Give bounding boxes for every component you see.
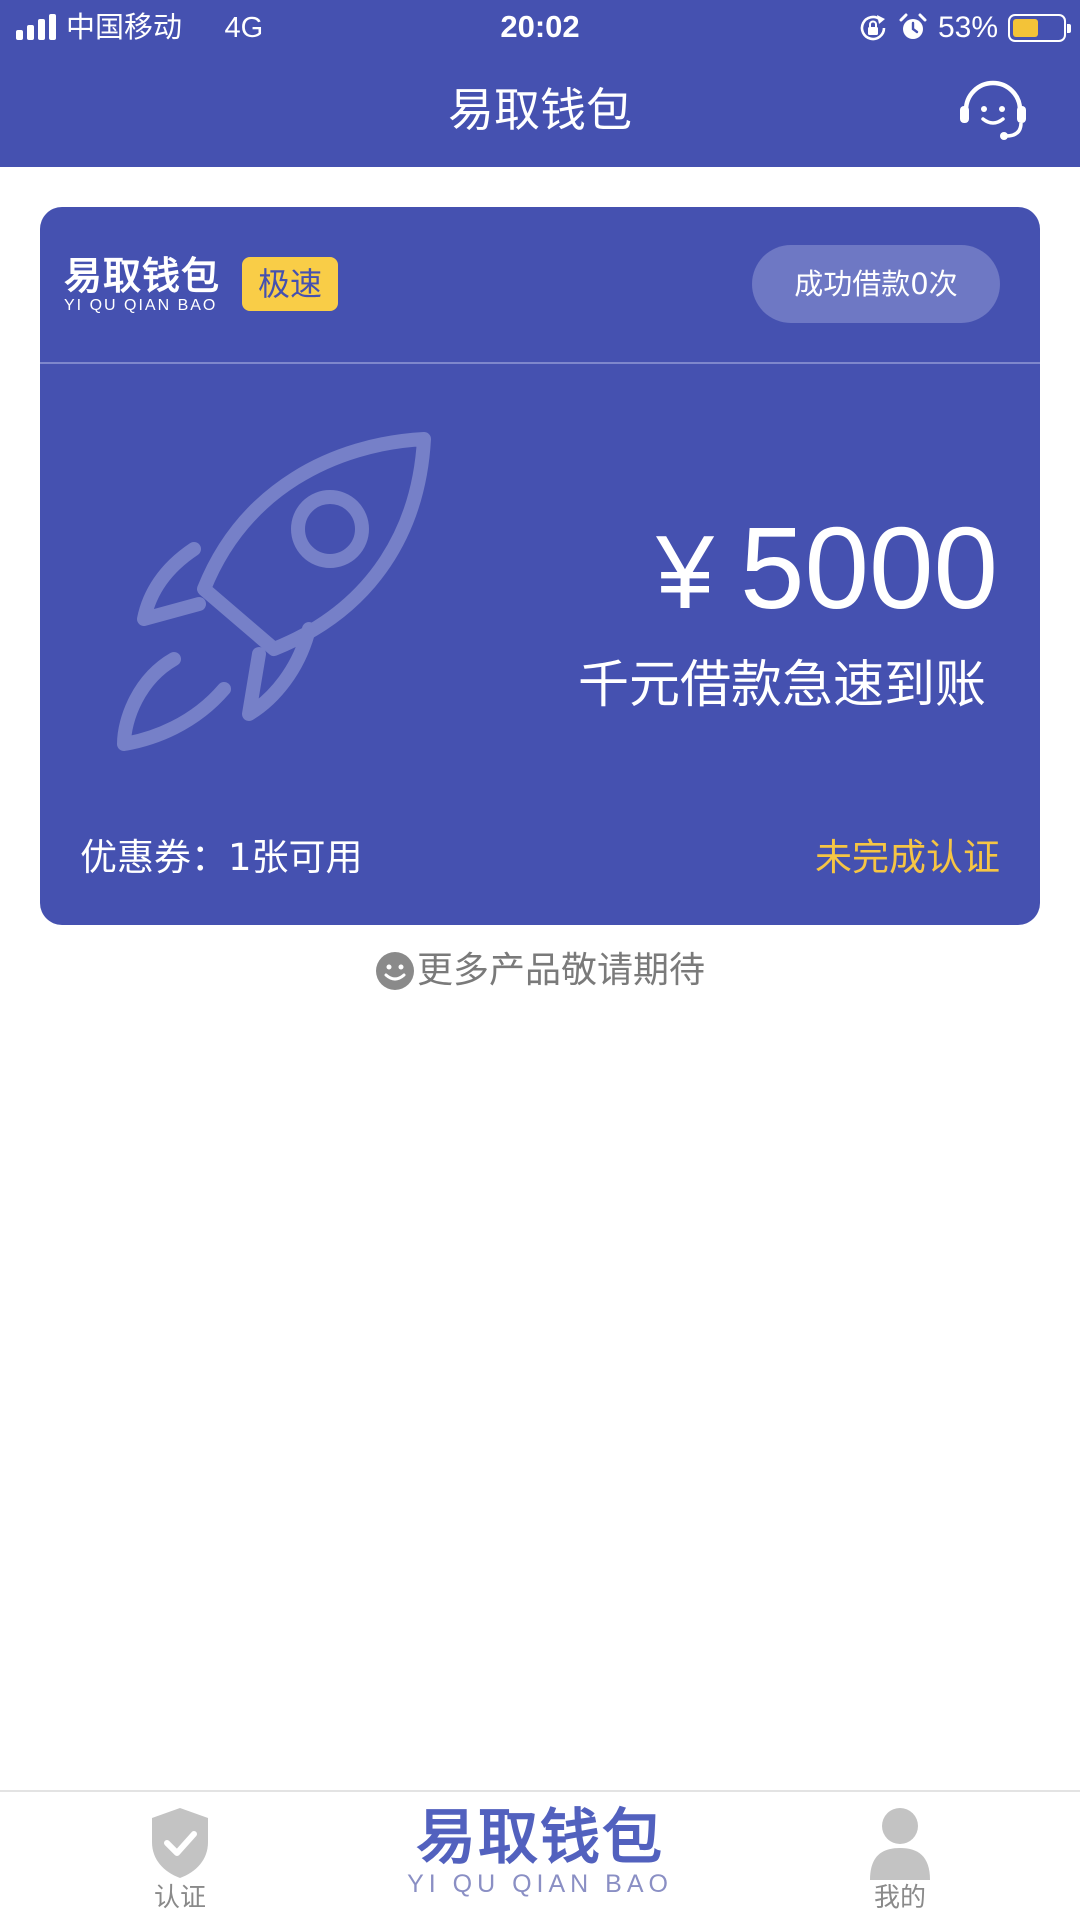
shield-check-icon xyxy=(152,1808,208,1878)
tab-mine-label: 我的 xyxy=(873,1883,926,1913)
tab-verify[interactable]: 认证 xyxy=(80,1792,280,1920)
alarm-icon xyxy=(899,13,927,39)
battery-icon xyxy=(1008,14,1071,42)
battery-level-fill xyxy=(1013,19,1039,37)
customer-service-headset-icon[interactable] xyxy=(958,78,1028,142)
loan-tagline: 千元借款急速到账 xyxy=(577,656,986,715)
tab-home-brand[interactable]: 易取钱包 YI QU QIAN BAO xyxy=(390,1806,690,1910)
success-loan-count: 成功借款0次 xyxy=(752,245,1000,323)
smiley-icon xyxy=(375,952,414,990)
tab-verify-label: 认证 xyxy=(153,1883,206,1913)
brand-logo: 易取钱包 YI QU QIAN BAO xyxy=(64,255,224,315)
tab-mine[interactable]: 我的 xyxy=(800,1792,1000,1920)
tab-brand-cn: 易取钱包 xyxy=(416,1803,664,1873)
amount-value: 5000 xyxy=(739,503,998,633)
tab-brand-en: YI QU QIAN BAO xyxy=(407,1870,673,1898)
page-title: 易取钱包 xyxy=(448,83,632,137)
bottom-tab-bar: 认证 易取钱包 YI QU QIAN BAO 我的 xyxy=(0,1790,1080,1920)
user-icon xyxy=(870,1808,930,1880)
status-bar: 中国移动 4G 20:02 53% xyxy=(0,0,1080,56)
brand-logo-cn: 易取钱包 xyxy=(64,254,221,298)
loan-product-card[interactable]: 易取钱包 YI QU QIAN BAO 极速 成功借款0次 ¥5000 千元借款… xyxy=(40,207,1040,925)
status-indicators: 53% xyxy=(858,9,1071,47)
rocket-icon xyxy=(117,432,431,751)
brand-logo-en: YI QU QIAN BAO xyxy=(64,297,218,314)
more-products-text: 更多产品敬请期待 xyxy=(416,950,705,991)
header: 易取钱包 xyxy=(0,56,1080,167)
battery-percent: 53% xyxy=(937,11,998,44)
loan-amount: ¥5000 xyxy=(656,503,998,638)
more-products-notice: 更多产品敬请期待 xyxy=(0,946,1080,996)
battery-tip xyxy=(1067,24,1071,33)
currency-symbol: ¥ xyxy=(656,515,714,631)
coupon-info[interactable]: 优惠券：1张可用 xyxy=(80,834,363,882)
verification-status[interactable]: 未完成认证 xyxy=(815,834,1000,882)
speed-badge: 极速 xyxy=(242,257,338,311)
card-divider xyxy=(40,362,1040,364)
rotation-lock-icon xyxy=(860,15,886,41)
